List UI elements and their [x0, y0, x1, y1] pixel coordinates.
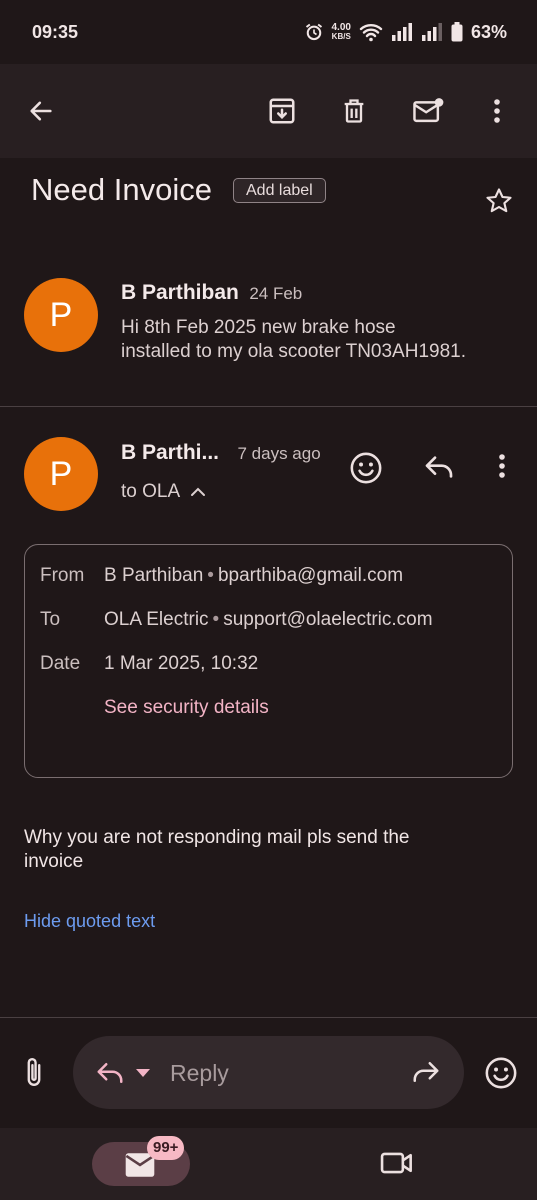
back-button[interactable] [18, 88, 64, 134]
emoji-icon [485, 1057, 517, 1089]
forward-icon [413, 1062, 439, 1082]
message-more-button[interactable] [498, 453, 506, 484]
reply-type-selector[interactable] [95, 1060, 151, 1086]
snippet-line: Hi 8th Feb 2025 new brake hose [121, 317, 396, 338]
sender-line: B Parthi... 7 days ago [121, 441, 321, 465]
react-emoji-button[interactable] [349, 451, 385, 487]
reply-icon [97, 1063, 123, 1083]
forward-button[interactable] [411, 1059, 441, 1090]
signal-icon [421, 23, 442, 41]
details-to-row: To OLA Electric • support@olaelectric.com [40, 609, 433, 631]
signal-icon [391, 23, 412, 41]
reply-placeholder: Reply [170, 1060, 229, 1086]
video-camera-icon [380, 1152, 412, 1174]
delete-button[interactable] [331, 88, 377, 134]
status-icons: 4.00 KB/S 63% [304, 21, 507, 43]
separator-dot: • [212, 609, 220, 630]
archive-icon [269, 98, 295, 124]
reply-button[interactable] [423, 453, 457, 483]
sender-line: B Parthiban 24 Feb [121, 281, 302, 305]
star-icon [486, 188, 512, 213]
to-line: to OLA [121, 481, 181, 502]
alarm-icon [305, 23, 322, 41]
from-email[interactable]: bparthiba@gmail.com [218, 565, 403, 586]
details-from-row: From B Parthiban • bparthiba@gmail.com [40, 565, 403, 587]
sender-name: B Parthiban [121, 281, 239, 304]
from-name: B Parthiban [104, 565, 204, 586]
message-body: Why you are not responding mail pls send… [24, 826, 494, 874]
archive-button[interactable] [259, 88, 305, 134]
battery-percent: 63% [470, 21, 507, 42]
separator-dot: • [207, 565, 214, 586]
wifi-icon [359, 24, 383, 42]
net-speed-value: 4.00 [331, 22, 351, 33]
message-date: 7 days ago [237, 444, 321, 463]
emoji-icon [350, 452, 382, 484]
recipient-toggle[interactable]: to OLA [121, 481, 206, 503]
email-subject: Need Invoice [31, 172, 212, 207]
more-vert-icon [494, 99, 500, 123]
delete-icon [344, 99, 364, 123]
sender-name: B Parthi... [121, 441, 220, 464]
battery-icon [451, 22, 463, 42]
attachment-icon [27, 1058, 41, 1086]
snippet-line: installed to my ola scooter TN03AH1981. [121, 341, 466, 362]
reaction-button[interactable] [484, 1056, 518, 1095]
status-time: 09:35 [32, 21, 79, 42]
message-details-box: From B Parthiban • bparthiba@gmail.com To OL… [24, 544, 513, 778]
top-app-bar [0, 64, 537, 158]
star-button[interactable] [484, 186, 514, 221]
add-label-button[interactable]: Add label [233, 178, 326, 203]
chevron-up-icon [191, 487, 206, 496]
message-snippet: Hi 8th Feb 2025 new brake hose installed… [121, 316, 521, 364]
security-details-link[interactable]: See security details [104, 697, 269, 719]
nav-meet-tab[interactable] [380, 1150, 414, 1181]
more-vert-icon [499, 454, 505, 478]
reply-input-pill[interactable]: Reply [73, 1036, 464, 1109]
mark-unread-button[interactable] [405, 88, 451, 134]
unread-count-badge: 99+ [147, 1136, 185, 1160]
attach-button[interactable] [22, 1056, 46, 1095]
mark-unread-icon [413, 98, 444, 123]
date-value: 1 Mar 2025, 10:32 [104, 653, 259, 674]
bottom-navigation: 99+ [0, 1128, 537, 1200]
divider [0, 406, 537, 407]
details-date-row: Date 1 Mar 2025, 10:32 [40, 653, 258, 675]
body-line: Why you are not responding mail pls send… [24, 827, 410, 848]
more-options-button[interactable] [474, 88, 520, 134]
net-speed: 4.00 KB/S [331, 22, 351, 42]
caret-down-icon [136, 1069, 150, 1077]
message-date: 24 Feb [249, 284, 303, 303]
body-line: invoice [24, 851, 84, 872]
status-bar: 09:35 4.00 KB/S 63% [0, 0, 537, 64]
to-name: OLA Electric [104, 609, 209, 630]
to-email[interactable]: support@olaelectric.com [223, 609, 432, 630]
subject-row: Need Invoice Add label [0, 158, 537, 250]
reply-icon [425, 456, 453, 478]
hide-quoted-text-link[interactable]: Hide quoted text [24, 911, 155, 932]
to-label: To [40, 609, 61, 630]
avatar[interactable]: P [24, 278, 98, 352]
net-speed-unit: KB/S [331, 32, 351, 41]
reply-bar: Reply [0, 1018, 537, 1128]
back-arrow-icon [30, 101, 52, 121]
date-label: Date [40, 653, 81, 674]
avatar[interactable]: P [24, 437, 98, 511]
collapsed-message[interactable]: P B Parthiban 24 Feb Hi 8th Feb 2025 new… [0, 250, 537, 406]
from-label: From [40, 565, 85, 586]
